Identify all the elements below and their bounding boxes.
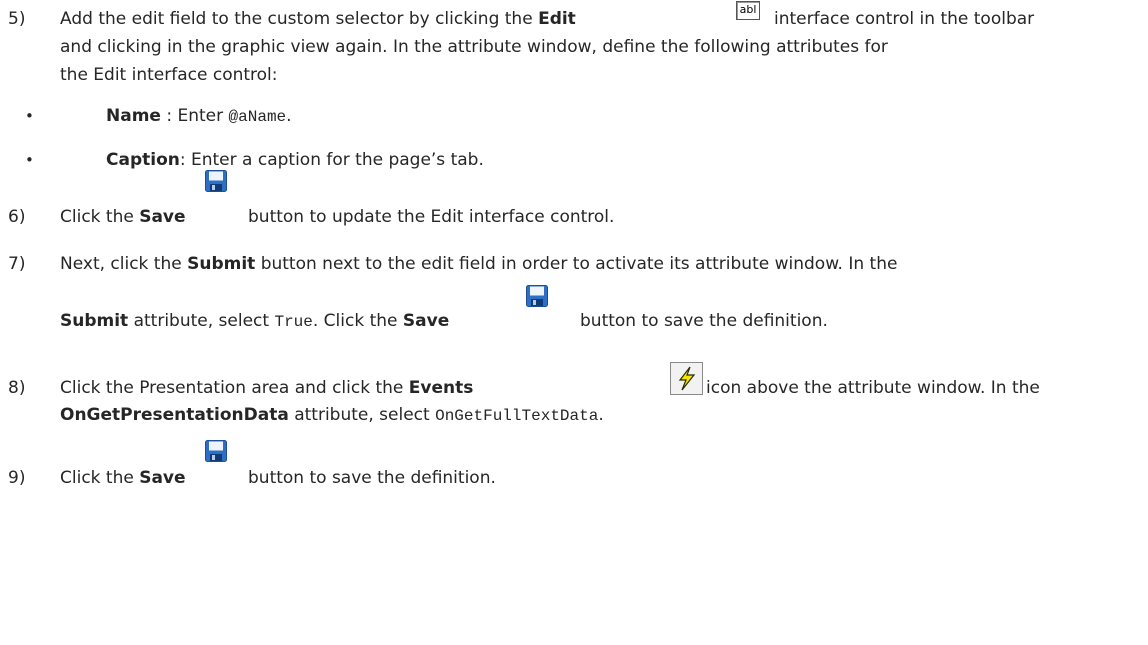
ui-term: Save bbox=[139, 468, 186, 488]
bullet-icon: • bbox=[25, 151, 34, 169]
step-text: Submit attribute, select True. Click the… bbox=[60, 310, 449, 333]
step-text: OnGetPresentationData attribute, select … bbox=[60, 404, 604, 427]
text: attribute, select bbox=[128, 311, 275, 331]
step-number: 7) bbox=[8, 254, 26, 274]
floppy-save-icon bbox=[205, 440, 227, 462]
lightning-icon bbox=[678, 366, 696, 391]
step-number: 8) bbox=[8, 378, 26, 398]
step-number: 9) bbox=[8, 468, 26, 488]
ui-term: Save bbox=[139, 207, 186, 227]
step-number: 5) bbox=[8, 9, 26, 29]
ui-term: Caption bbox=[106, 150, 180, 170]
code: OnGetFullTextData bbox=[435, 407, 599, 425]
ui-term: Edit bbox=[538, 9, 576, 29]
floppy-save-icon bbox=[205, 170, 227, 192]
ui-term: Save bbox=[402, 311, 450, 331]
bullet-text: Caption: Enter a caption for the page’s … bbox=[106, 149, 484, 171]
text: Add the edit field to the custom selecto… bbox=[60, 9, 539, 29]
text: icon above the attribute window. In the bbox=[706, 378, 1040, 398]
step-number: 6) bbox=[8, 207, 26, 227]
text: button to save the definition. bbox=[248, 468, 496, 488]
text: . Click the bbox=[312, 311, 403, 331]
floppy-save-icon bbox=[526, 285, 548, 307]
step-text: Next, click the Submit button next to th… bbox=[60, 253, 897, 275]
text: Click the Presentation area and click th… bbox=[60, 378, 409, 398]
text: Next, click the bbox=[60, 254, 188, 274]
text: button to save the definition. bbox=[580, 311, 828, 331]
text: attribute, select bbox=[288, 405, 436, 425]
text: Click the bbox=[60, 468, 140, 488]
step-5-line-2: and clicking in the graphic view again. … bbox=[60, 37, 888, 57]
ui-term: Name bbox=[106, 106, 161, 126]
ui-term: Submit bbox=[187, 254, 256, 274]
ui-term: Events bbox=[408, 378, 474, 398]
text: interface control in the toolbar bbox=[774, 9, 1035, 29]
text: button next to the edit field in order t… bbox=[255, 254, 898, 274]
bullet-icon: • bbox=[25, 107, 34, 125]
bullet-text: Name : Enter @aName. bbox=[106, 105, 292, 128]
text: Click the bbox=[60, 207, 140, 227]
code: True bbox=[274, 313, 313, 331]
text: . bbox=[286, 106, 292, 126]
step-5-line-1-tail: interface control in the toolbar bbox=[774, 8, 1034, 30]
ui-term: Submit bbox=[60, 311, 129, 331]
text: : Enter a caption for the page’s tab. bbox=[179, 150, 484, 170]
text: . bbox=[598, 405, 604, 425]
step-text: Add the edit field to the custom selecto… bbox=[60, 8, 576, 30]
text: : Enter bbox=[160, 106, 229, 126]
step-text: Click the Save bbox=[60, 467, 186, 489]
code: @aName bbox=[228, 108, 287, 126]
text: button to update the Edit interface cont… bbox=[248, 207, 615, 227]
step-5-line-3: the Edit interface control: bbox=[60, 65, 278, 85]
step-text: Click the Save bbox=[60, 206, 186, 228]
edit-control-icon: abl bbox=[736, 1, 760, 20]
step-text: Click the Presentation area and click th… bbox=[60, 377, 473, 399]
lightning-events-icon bbox=[670, 362, 703, 395]
ui-term: OnGetPresentationData bbox=[60, 405, 289, 425]
